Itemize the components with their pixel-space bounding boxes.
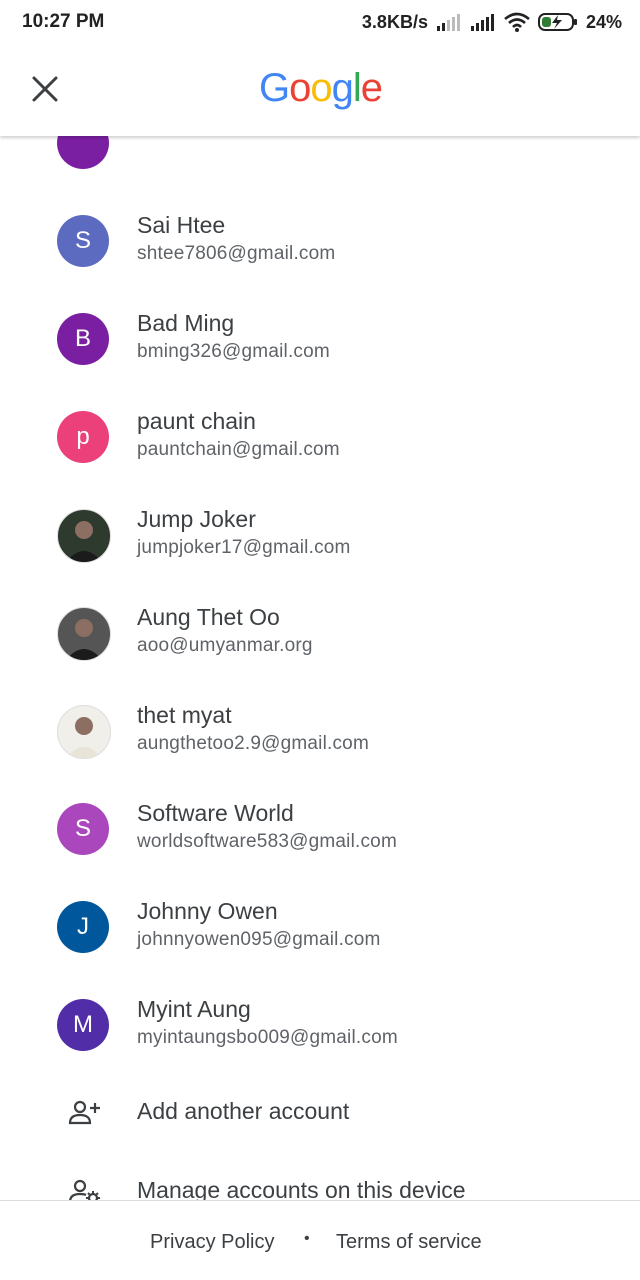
battery-percent: 24% <box>585 11 622 32</box>
account-email: aoo@umyanmar.org <box>137 635 313 656</box>
account-name: Software World <box>137 800 294 826</box>
account-row[interactable]: p paunt chain pauntchain@gmail.com <box>0 388 640 486</box>
avatar: S <box>57 215 109 267</box>
avatar: J <box>57 901 109 953</box>
avatar-photo <box>57 509 111 563</box>
account-email: pauntchain@gmail.com <box>137 439 340 460</box>
avatar: p <box>57 411 109 463</box>
avatar <box>57 136 109 169</box>
avatar: S <box>57 803 109 855</box>
footer: Privacy Policy • Terms of service <box>0 1200 640 1280</box>
manage-accounts-button[interactable]: Manage accounts on this device <box>0 1153 640 1200</box>
status-icons: 3.8KB/s 24% <box>362 12 622 33</box>
network-speed: 3.8KB/s <box>361 11 428 32</box>
logo-letter: o <box>310 66 332 110</box>
status-time: 10:27 PM <box>22 11 105 32</box>
manage-accounts-icon <box>69 1179 100 1200</box>
add-account-button[interactable]: Add another account <box>0 1074 640 1150</box>
google-logo: Google <box>259 66 383 111</box>
account-email: shtee7806@gmail.com <box>137 243 336 264</box>
wifi-icon <box>504 12 530 32</box>
account-row[interactable]: M Myint Aung myintaungsbo009@gmail.com <box>0 976 640 1074</box>
account-name: Sai Htee <box>137 212 226 238</box>
logo-letter: o <box>289 66 311 110</box>
account-row[interactable]: S Software World worldsoftware583@gmail.co… <box>0 780 640 878</box>
account-row[interactable]: J Johnny Owen johnnyowen095@gmail.com <box>0 878 640 976</box>
account-email: myintaungsbo009@gmail.com <box>137 1027 398 1048</box>
account-row[interactable]: thet myat aungthetoo2.9@gmail.com <box>0 682 640 780</box>
avatar-photo <box>57 607 111 661</box>
avatar: B <box>57 313 109 365</box>
battery-charging-icon <box>537 13 577 31</box>
account-name: Johnny Owen <box>137 898 278 924</box>
logo-letter: G <box>259 66 290 110</box>
account-row[interactable]: mmmmoo07@gmail.com <box>0 136 640 192</box>
account-email: aungthetoo2.9@gmail.com <box>137 733 369 754</box>
account-list: mmmmoo07@gmail.com S Sai Htee shtee7806@gma… <box>0 136 640 1200</box>
account-row[interactable]: Aung Thet Oo aoo@umyanmar.org <box>0 584 640 682</box>
person-add-icon <box>68 1100 100 1125</box>
account-name: paunt chain <box>137 408 256 434</box>
manage-accounts-label: Manage accounts on this device <box>137 1177 466 1200</box>
signal-weak-icon <box>436 14 460 31</box>
account-email: worldsoftware583@gmail.com <box>137 831 397 852</box>
account-row[interactable]: S Sai Htee shtee7806@gmail.com <box>0 192 640 290</box>
avatar: M <box>57 999 109 1051</box>
account-name: Jump Joker <box>137 506 256 532</box>
status-bar: 10:27 PM 3.8KB/s 24% <box>0 0 640 44</box>
account-row[interactable]: Jump Joker jumpjoker17@gmail.com <box>0 486 640 584</box>
logo-letter: l <box>352 66 362 110</box>
account-email: johnnyowen095@gmail.com <box>137 929 381 950</box>
account-name: thet myat <box>137 702 232 728</box>
terms-of-service-link[interactable]: Terms of service <box>336 1231 482 1254</box>
account-email: bming326@gmail.com <box>137 341 330 362</box>
account-name: Bad Ming <box>137 310 235 336</box>
add-account-label: Add another account <box>137 1098 350 1124</box>
logo-letter: g <box>331 66 354 110</box>
account-email: jumpjoker17@gmail.com <box>137 537 351 558</box>
footer-separator: • <box>304 1230 310 1247</box>
header: Google <box>0 44 640 136</box>
account-name: Aung Thet Oo <box>137 604 280 630</box>
avatar-photo <box>57 705 111 759</box>
account-name: Myint Aung <box>137 996 251 1022</box>
signal-full-icon <box>470 14 494 31</box>
account-row[interactable]: B Bad Ming bming326@gmail.com <box>0 290 640 388</box>
privacy-policy-link[interactable]: Privacy Policy <box>150 1231 274 1254</box>
logo-letter: e <box>360 66 383 110</box>
close-icon[interactable] <box>28 72 62 106</box>
